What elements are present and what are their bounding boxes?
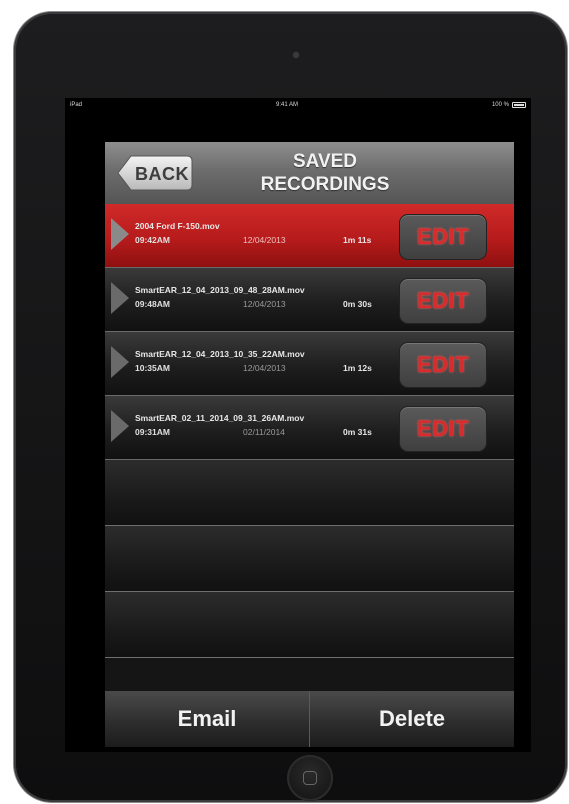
clock: 9:41 AM bbox=[275, 102, 298, 108]
bottom-toolbar: Email Delete bbox=[105, 691, 514, 747]
edit-button[interactable]: EDIT bbox=[399, 406, 487, 452]
ipad-frame: iPad 9:41 AM 100 % BACK SAVED RECORDINGS… bbox=[14, 12, 567, 802]
edit-button[interactable]: EDIT bbox=[399, 214, 487, 260]
email-button[interactable]: Email bbox=[105, 691, 309, 747]
title-line-1: SAVED bbox=[292, 151, 358, 172]
title-line-2: RECORDINGS bbox=[260, 174, 390, 195]
empty-list-row bbox=[105, 592, 514, 658]
recording-date: 02/11/2014 bbox=[243, 427, 285, 437]
recording-date: 12/04/2013 bbox=[243, 363, 286, 373]
recording-filename: 2004 Ford F-150.mov bbox=[135, 221, 220, 231]
recording-row[interactable]: SmartEAR_02_11_2014_09_31_26AM.mov 09:31… bbox=[105, 396, 514, 460]
play-icon[interactable] bbox=[111, 218, 129, 250]
recording-date: 12/04/2013 bbox=[243, 299, 286, 309]
page-title: SAVED RECORDINGS bbox=[225, 150, 425, 196]
empty-list-row bbox=[105, 526, 514, 592]
camera-icon bbox=[293, 52, 299, 58]
battery-indicator: 100 % bbox=[492, 102, 526, 108]
edit-button[interactable]: EDIT bbox=[399, 278, 487, 324]
edit-label: EDIT bbox=[416, 224, 470, 249]
carrier-label: iPad bbox=[70, 102, 83, 108]
recording-row[interactable]: SmartEAR_12_04_2013_09_48_28AM.mov 09:48… bbox=[105, 268, 514, 332]
recording-row[interactable]: 2004 Ford F-150.mov 09:42AM 12/04/2013 1… bbox=[105, 204, 514, 268]
recording-duration: 1m 11s bbox=[343, 235, 372, 245]
home-square-icon bbox=[303, 771, 317, 785]
header: BACK SAVED RECORDINGS bbox=[105, 142, 514, 204]
play-icon[interactable] bbox=[111, 410, 129, 442]
recording-time: 09:31AM bbox=[135, 427, 170, 437]
back-button[interactable]: BACK bbox=[117, 155, 193, 191]
saved-recordings-app: BACK SAVED RECORDINGS 2004 Ford F-150.mo… bbox=[105, 142, 514, 747]
recording-filename: SmartEAR_12_04_2013_09_48_28AM.mov bbox=[135, 285, 305, 295]
empty-list-row bbox=[105, 460, 514, 526]
edit-label: EDIT bbox=[416, 352, 470, 377]
recordings-list: 2004 Ford F-150.mov 09:42AM 12/04/2013 1… bbox=[105, 204, 514, 658]
recording-duration: 1m 12s bbox=[343, 363, 372, 373]
recording-date: 12/04/2013 bbox=[243, 235, 286, 245]
recording-duration: 0m 30s bbox=[343, 299, 372, 309]
recording-filename: SmartEAR_12_04_2013_10_35_22AM.mov bbox=[135, 349, 305, 359]
recording-time: 09:48AM bbox=[135, 299, 170, 309]
back-label: BACK bbox=[135, 164, 189, 184]
edit-button[interactable]: EDIT bbox=[399, 342, 487, 388]
recording-duration: 0m 31s bbox=[343, 427, 372, 437]
edit-label: EDIT bbox=[416, 288, 470, 313]
recording-filename: SmartEAR_02_11_2014_09_31_26AM.mov bbox=[135, 413, 305, 423]
recording-row[interactable]: SmartEAR_12_04_2013_10_35_22AM.mov 10:35… bbox=[105, 332, 514, 396]
screen: iPad 9:41 AM 100 % BACK SAVED RECORDINGS… bbox=[65, 98, 531, 752]
status-bar: iPad 9:41 AM 100 % bbox=[65, 98, 531, 112]
play-icon[interactable] bbox=[111, 346, 129, 378]
home-button[interactable] bbox=[287, 755, 333, 801]
delete-button[interactable]: Delete bbox=[310, 691, 514, 747]
recording-time: 09:42AM bbox=[135, 235, 170, 245]
recording-time: 10:35AM bbox=[135, 363, 170, 373]
battery-icon bbox=[511, 102, 526, 108]
battery-label: 100 % bbox=[491, 102, 509, 108]
play-icon[interactable] bbox=[111, 282, 129, 314]
edit-label: EDIT bbox=[416, 416, 470, 441]
